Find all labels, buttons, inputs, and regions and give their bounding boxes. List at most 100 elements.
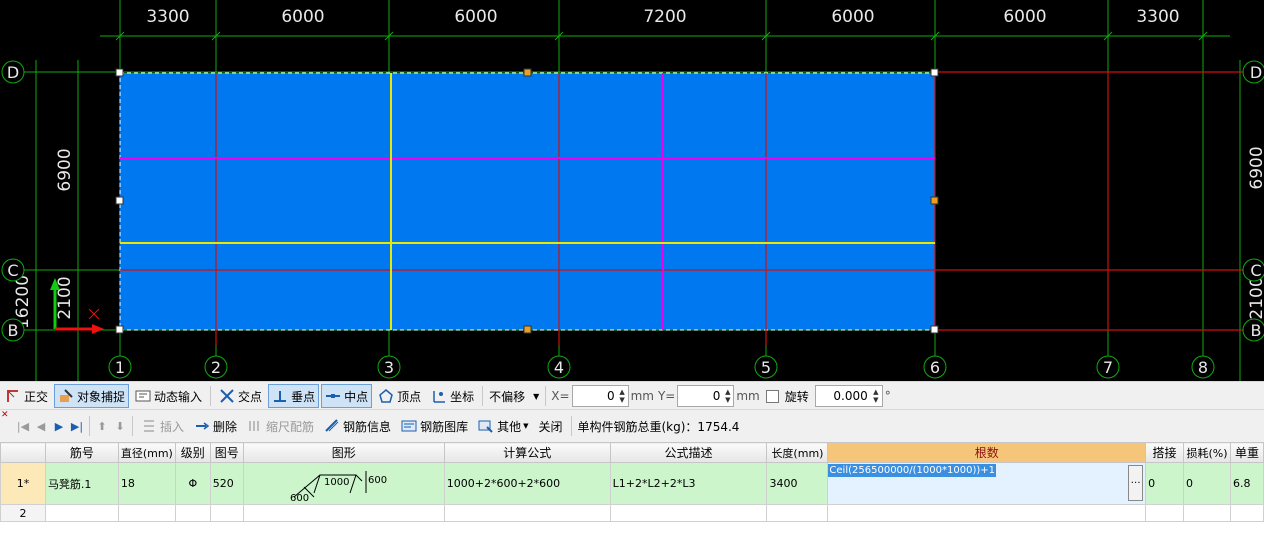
cell-bar-name[interactable]: 马凳筋.1	[44, 462, 119, 505]
close-panel-icon[interactable]: ✕	[1, 410, 9, 420]
rotate-label: 旋转	[784, 389, 809, 404]
column-header[interactable]: 损耗(%)	[1183, 442, 1231, 463]
column-header[interactable]: 长度(mm)	[766, 442, 829, 463]
cell-length[interactable]: 3400	[766, 462, 829, 505]
cell-description[interactable]: L1+2*L2+2*L3	[609, 462, 768, 505]
row-number[interactable]: 2	[0, 504, 46, 522]
drawing-svg[interactable]: 3300 6000 6000 7200 6000 6000 3300 6900 …	[0, 0, 1264, 381]
axis-letter: D	[1250, 63, 1262, 82]
delete-button[interactable]: 删除	[190, 414, 241, 438]
cell-loss[interactable]: 0	[1183, 462, 1231, 505]
scale-rebar-button[interactable]: 缩尺配筋	[243, 414, 318, 438]
insert-label: 插入	[160, 419, 185, 434]
rebar-toolbar: ✕ |◀ ◀ ▶ ▶| ⬆ ⬇ 插入 删除 缩尺配筋 钢筋信息 钢筋图库 其他 …	[0, 409, 1264, 443]
cell-diameter[interactable]: 18	[117, 462, 176, 505]
move-down-icon[interactable]: ⬇	[111, 420, 129, 433]
cell-shape[interactable]: 1000 600 600	[242, 462, 445, 505]
spin-arrows-icon[interactable]: ▲ ▼	[722, 386, 733, 406]
column-header[interactable]: 计算公式	[443, 442, 611, 463]
empty-cell[interactable]	[117, 504, 176, 522]
dynamic-input-button[interactable]: 动态输入	[131, 384, 206, 408]
move-up-icon[interactable]: ⬆	[93, 420, 111, 433]
empty-cell[interactable]	[209, 504, 244, 522]
coordinate-snap-button[interactable]: 坐标	[427, 384, 478, 408]
column-header[interactable]: 根数	[827, 442, 1147, 463]
cell-formula[interactable]: 1000+2*600+2*600	[443, 462, 611, 505]
column-header[interactable]: 单重	[1229, 442, 1264, 463]
offset-mode-value: 不偏移	[489, 389, 526, 404]
ortho-icon	[7, 390, 18, 402]
rotate-checkbox[interactable]	[765, 389, 779, 403]
rebar-table: 筋号 直径(mm) 级别 图号 图形 计算公式 公式描述 长度(mm) 根数 搭…	[0, 442, 1264, 522]
rotate-spinner[interactable]: ▲▼	[814, 385, 883, 407]
other-menu-button[interactable]: 其他 ▼	[474, 414, 532, 438]
offset-mode-dropdown[interactable]: 不偏移 ▼	[486, 386, 542, 406]
cell-count-editor[interactable]: Ceil(256500000/(1000*1000))+1 …	[827, 462, 1147, 505]
empty-cell[interactable]	[242, 504, 445, 522]
insert-button[interactable]: 插入	[137, 414, 188, 438]
count-formula-text[interactable]: Ceil(256500000/(1000*1000))+1	[828, 464, 996, 477]
last-record-icon[interactable]: ▶|	[68, 420, 86, 433]
empty-cell[interactable]	[1145, 504, 1185, 522]
dim-text: 3300	[1136, 7, 1179, 27]
shape-dim: 1000	[324, 477, 349, 488]
y-offset-spinner[interactable]: ▲▼	[677, 385, 735, 407]
cell-lap[interactable]: 0	[1145, 462, 1185, 505]
ortho-button[interactable]: 正交	[1, 384, 52, 408]
column-header[interactable]: 公式描述	[609, 442, 768, 463]
empty-cell[interactable]	[609, 504, 768, 522]
ellipsis-button[interactable]: …	[1128, 465, 1144, 501]
perpendicular-snap-button[interactable]: 垂点	[268, 384, 320, 408]
other-menu-icon	[478, 420, 493, 433]
empty-cell[interactable]	[766, 504, 829, 522]
midpoint-snap-button[interactable]: 中点	[321, 384, 373, 408]
spin-arrows-icon[interactable]: ▲ ▼	[617, 386, 628, 406]
spin-arrows-icon[interactable]: ▲ ▼	[870, 386, 882, 406]
table-row[interactable]: 2	[0, 504, 1264, 522]
column-header[interactable]: 筋号	[44, 442, 119, 463]
rebar-library-button[interactable]: 钢筋图库	[397, 414, 472, 438]
empty-cell[interactable]	[827, 504, 1147, 522]
y-offset-input[interactable]	[678, 389, 723, 403]
row-number[interactable]: 1*	[0, 462, 46, 505]
x-offset-input[interactable]	[572, 389, 617, 403]
vertex-snap-button[interactable]: 顶点	[374, 384, 425, 408]
column-header[interactable]: 图号	[209, 442, 244, 463]
dim-text: 3300	[146, 7, 189, 27]
cell-figure-number[interactable]: 520	[209, 462, 244, 505]
rebar-info-button[interactable]: 钢筋信息	[320, 414, 395, 438]
empty-cell[interactable]	[44, 504, 119, 522]
column-header[interactable]: 图形	[242, 442, 445, 463]
slab-area[interactable]	[120, 73, 935, 330]
close-button[interactable]: 关闭	[534, 414, 566, 438]
axis-numbers: 1 2 3 4 5 6 7 8	[108, 355, 1215, 379]
cell-grade[interactable]: Φ	[174, 462, 211, 505]
empty-cell[interactable]	[1229, 504, 1264, 522]
column-header[interactable]: 直径(mm)	[117, 442, 176, 463]
column-header[interactable]: 搭接	[1145, 442, 1185, 463]
empty-cell[interactable]	[174, 504, 211, 522]
x-offset-spinner[interactable]: ▲▼	[571, 385, 629, 407]
insert-row-icon	[144, 420, 154, 432]
x-label: X=	[551, 389, 570, 403]
table-row[interactable]: 1* 马凳筋.1 18 Φ 520 1000 600 600 1000+2*60…	[0, 462, 1264, 505]
close-label: 关闭	[538, 419, 563, 434]
empty-cell[interactable]	[443, 504, 611, 522]
column-header[interactable]	[0, 442, 46, 463]
cell-unit-weight[interactable]: 6.8	[1229, 462, 1264, 505]
column-header[interactable]: 级别	[174, 442, 211, 463]
previous-record-icon[interactable]: ◀	[32, 420, 50, 433]
toolbar-separator	[210, 386, 212, 406]
axis-number: 4	[554, 358, 564, 377]
rotate-input[interactable]	[815, 389, 870, 403]
y-unit-label: mm	[736, 389, 760, 403]
table-header-row: 筋号 直径(mm) 级别 图号 图形 计算公式 公式描述 长度(mm) 根数 搭…	[0, 442, 1264, 463]
drawing-canvas[interactable]: 3300 6000 6000 7200 6000 6000 3300 6900 …	[0, 0, 1264, 381]
intersection-snap-button[interactable]: 交点	[215, 384, 266, 408]
first-record-icon[interactable]: |◀	[14, 420, 32, 433]
object-snap-button[interactable]: 对象捕捉	[54, 384, 130, 408]
next-record-icon[interactable]: ▶	[50, 420, 68, 433]
rebar-library-label: 钢筋图库	[420, 419, 469, 434]
empty-cell[interactable]	[1183, 504, 1231, 522]
toolbar-separator	[570, 416, 572, 436]
